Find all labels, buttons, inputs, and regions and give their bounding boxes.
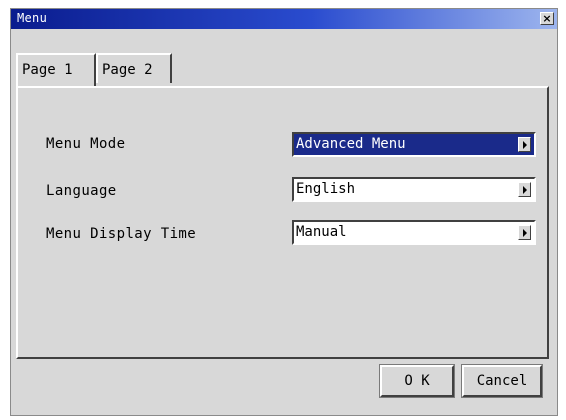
menu-display-time-value: Manual xyxy=(296,224,347,240)
tab-page-2[interactable]: Page 2 xyxy=(96,53,172,83)
language-value: English xyxy=(296,181,356,197)
menu-display-time-label: Menu Display Time xyxy=(46,226,197,242)
tab-page-2-label: Page 2 xyxy=(102,62,153,78)
language-select[interactable]: English xyxy=(292,177,536,202)
close-button[interactable]: × xyxy=(540,12,554,25)
menu-mode-value: Advanced Menu xyxy=(296,136,406,152)
settings-panel: Menu Mode Advanced Menu Language English… xyxy=(16,86,549,359)
dropdown-arrow-icon[interactable] xyxy=(518,225,531,240)
ok-button[interactable]: O K xyxy=(379,364,455,398)
tab-page-1[interactable]: Page 1 xyxy=(16,53,96,86)
cancel-button[interactable]: Cancel xyxy=(461,364,543,398)
language-label: Language xyxy=(46,183,117,199)
window-title: Menu xyxy=(17,11,48,25)
dropdown-arrow-icon[interactable] xyxy=(518,137,531,152)
menu-mode-label: Menu Mode xyxy=(46,136,126,152)
menu-dialog: Menu × Page 1 Page 2 Menu Mode Advanced … xyxy=(10,8,558,416)
menu-mode-select[interactable]: Advanced Menu xyxy=(292,132,536,157)
tab-page-1-label: Page 1 xyxy=(22,62,73,78)
menu-display-time-select[interactable]: Manual xyxy=(292,220,536,245)
close-icon: × xyxy=(542,12,552,25)
dropdown-arrow-icon[interactable] xyxy=(518,182,531,197)
title-bar[interactable]: Menu × xyxy=(11,9,557,29)
